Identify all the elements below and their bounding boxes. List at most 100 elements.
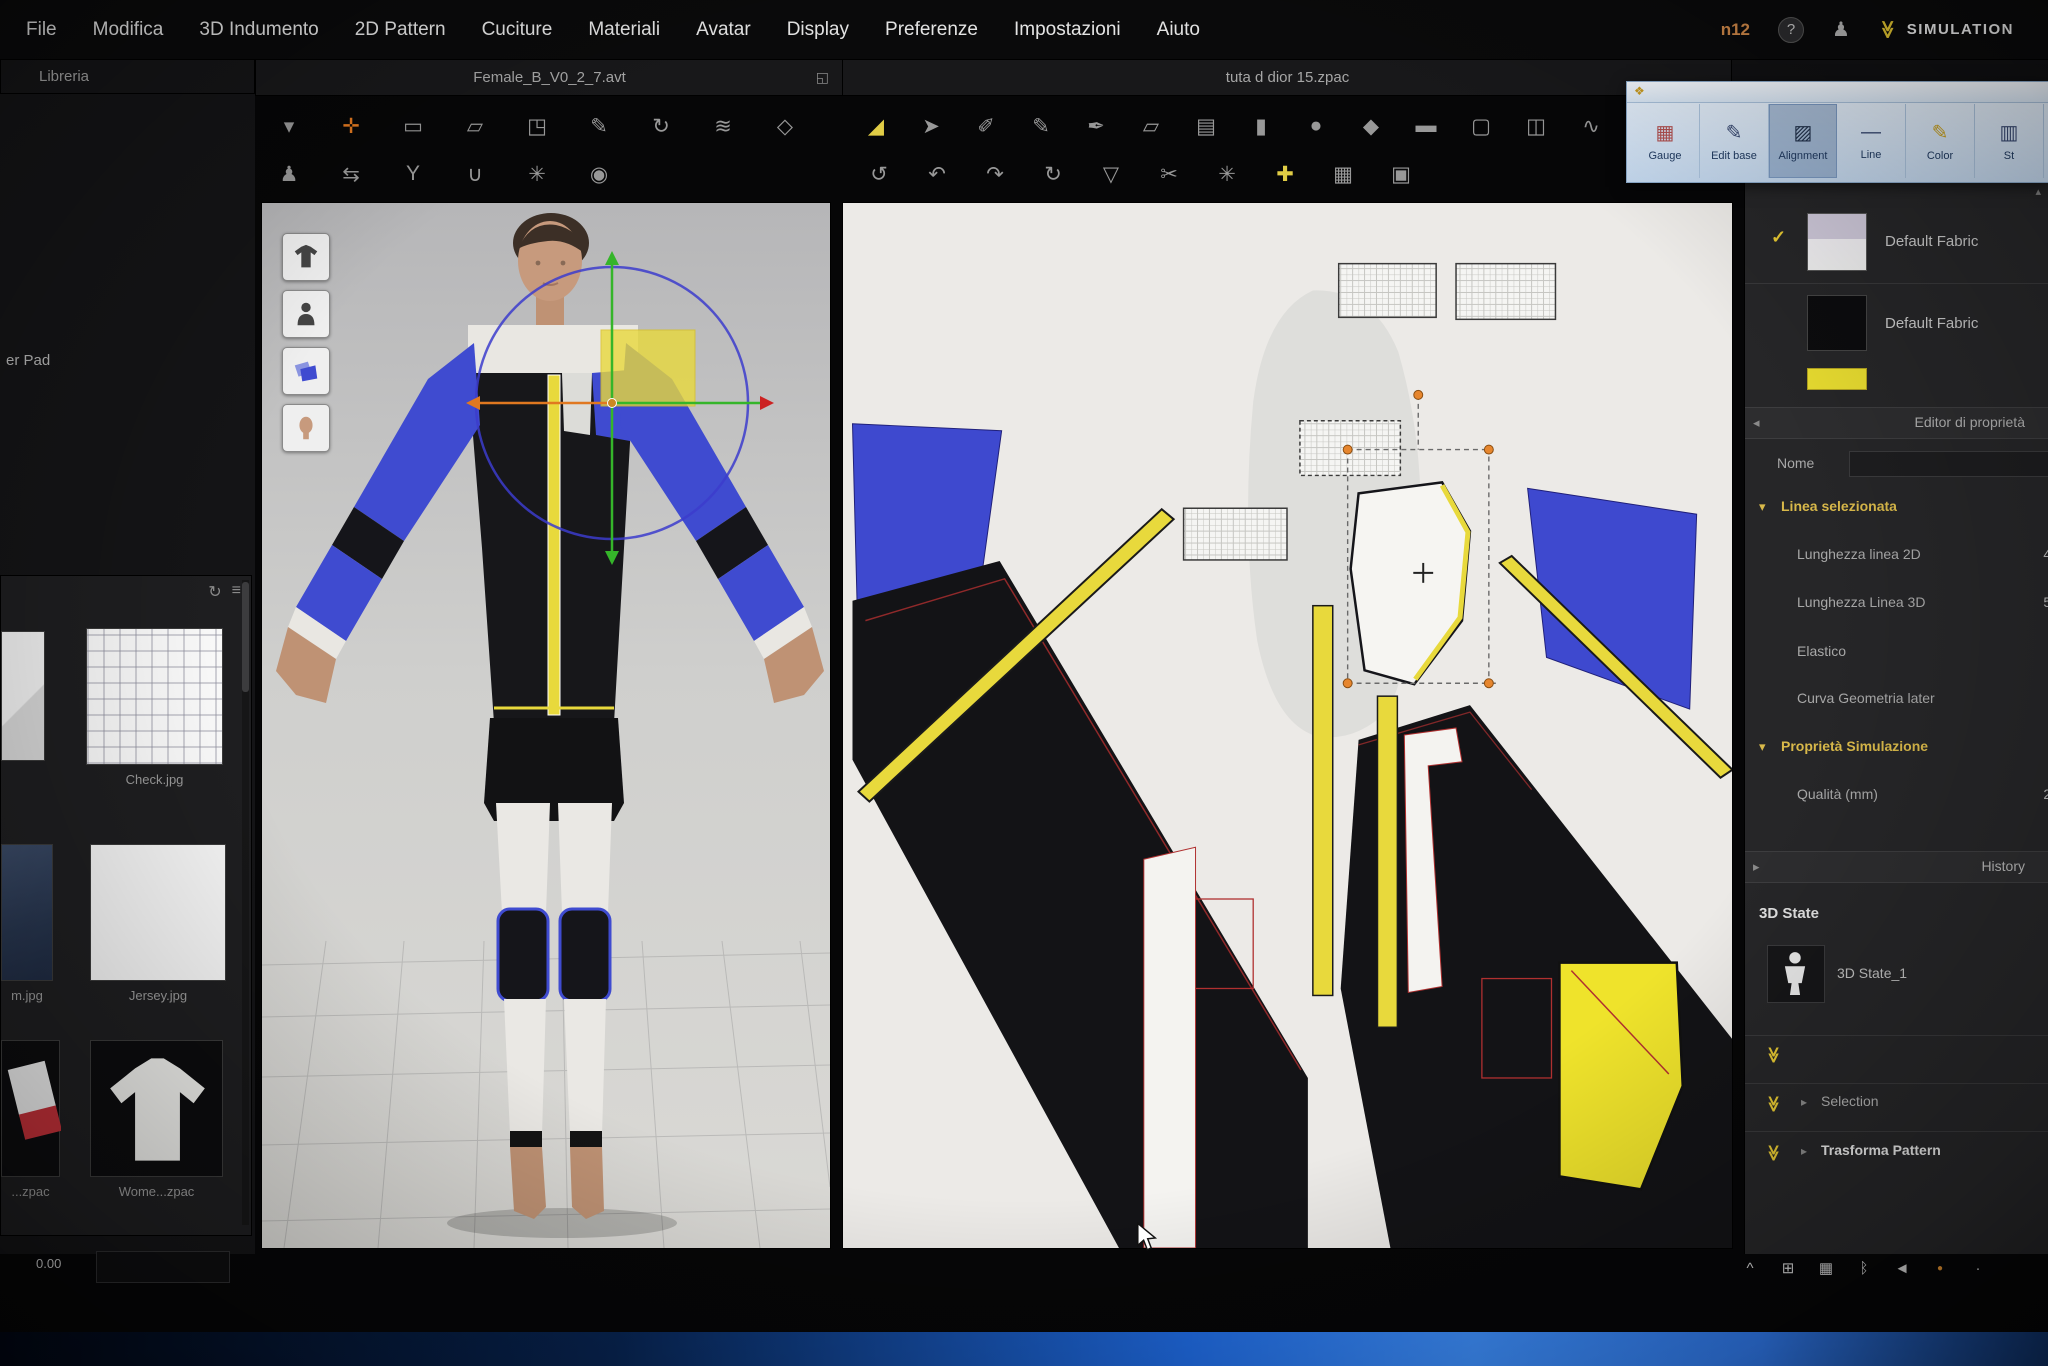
avatar-pose-icon[interactable]: ♟ bbox=[268, 152, 310, 196]
show-pattern-button[interactable] bbox=[282, 347, 330, 395]
gauge-button[interactable]: ▦ Gauge bbox=[1631, 104, 1700, 178]
more-dot-icon[interactable]: · bbox=[1966, 1254, 1990, 1282]
history-header-bar[interactable]: ▸ History bbox=[1745, 851, 2048, 883]
add-point-icon[interactable]: ✎ bbox=[1020, 104, 1062, 148]
window-select-icon[interactable]: ◳ bbox=[516, 104, 558, 148]
show-head-button[interactable] bbox=[282, 404, 330, 452]
edit-point-icon[interactable]: ✐ bbox=[965, 104, 1007, 148]
sewing-cut-icon[interactable]: ✂ bbox=[1148, 152, 1190, 196]
menu-item-preferenze[interactable]: Preferenze bbox=[885, 19, 978, 41]
add-point-plus-icon[interactable]: ✚ bbox=[1264, 152, 1306, 196]
st-button[interactable]: ▥ St bbox=[1975, 104, 2044, 178]
rectangle-tool-icon[interactable]: ▮ bbox=[1240, 104, 1282, 148]
library-thumb-jersey[interactable] bbox=[90, 844, 226, 981]
menu-item-aiuto[interactable]: Aiuto bbox=[1157, 19, 1200, 41]
wind-icon[interactable]: ≋ bbox=[702, 104, 744, 148]
hidden-icons-chevron[interactable]: ^ bbox=[1738, 1254, 1762, 1282]
viewport-2d[interactable] bbox=[842, 202, 1733, 1249]
floating-toolbar-titlebar[interactable]: ❖ bbox=[1627, 82, 2048, 103]
simulate-icon[interactable]: ▾ bbox=[268, 104, 310, 148]
notification-dot-icon[interactable]: ● bbox=[1928, 1254, 1952, 1282]
lasso-select-icon[interactable]: ▱ bbox=[454, 104, 496, 148]
popout-icon[interactable]: ◱ bbox=[816, 69, 829, 86]
show-garment-button[interactable] bbox=[282, 233, 330, 281]
pattern-piece-collar[interactable] bbox=[1351, 482, 1470, 684]
menu-item-2d-pattern[interactable]: 2D Pattern bbox=[355, 19, 446, 41]
dart-tool-icon[interactable]: ▬ bbox=[1405, 104, 1447, 148]
grid-texture-icon[interactable]: ▦ bbox=[1322, 152, 1364, 196]
pen-2d-icon[interactable]: ✒ bbox=[1075, 104, 1117, 148]
seam-flower-icon[interactable]: ✳ bbox=[1206, 152, 1248, 196]
fabric-rect-d[interactable] bbox=[1184, 508, 1287, 560]
rect-select-icon[interactable]: ▭ bbox=[392, 104, 434, 148]
fabric-rect-b[interactable] bbox=[1456, 264, 1555, 320]
move-gizmo-icon[interactable]: ✛ bbox=[330, 104, 372, 148]
library-scrollbar[interactable] bbox=[242, 580, 249, 1225]
rotate-view-icon[interactable]: ↻ bbox=[640, 104, 682, 148]
menu-item-avatar[interactable]: Avatar bbox=[696, 19, 751, 41]
color-button[interactable]: ✎ Color bbox=[1906, 104, 1975, 178]
bluetooth-icon[interactable]: ᛒ bbox=[1852, 1254, 1876, 1282]
menu-item-modifica[interactable]: Modifica bbox=[93, 19, 164, 41]
library-thumb-woman-top[interactable] bbox=[90, 1040, 223, 1177]
rounded-rect-tool-icon[interactable]: ▢ bbox=[1460, 104, 1502, 148]
grid-box-icon[interactable]: ▣ bbox=[1380, 152, 1422, 196]
yellow-swatch[interactable] bbox=[1807, 368, 1867, 390]
fabric-swatch-2[interactable] bbox=[1807, 295, 1867, 351]
yellow-strip-vertical-1[interactable] bbox=[1313, 606, 1333, 996]
help-icon[interactable]: ? bbox=[1778, 17, 1804, 43]
pen-3d-icon[interactable]: ✎ bbox=[578, 104, 620, 148]
gizmo-mode-icon[interactable]: ◇ bbox=[764, 104, 806, 148]
library-thumb-partial[interactable] bbox=[1, 631, 45, 761]
refresh-icon[interactable]: ↻ bbox=[208, 582, 221, 602]
menu-item-3d-indumento[interactable]: 3D Indumento bbox=[199, 19, 318, 41]
rotate-ccw-icon[interactable]: ↺ bbox=[858, 152, 900, 196]
nome-field[interactable] bbox=[1849, 451, 2048, 477]
rotate-cw-icon[interactable]: ↻ bbox=[1032, 152, 1074, 196]
windows-grid-icon[interactable]: ⊞ bbox=[1776, 1254, 1800, 1282]
simulation-toggle[interactable]: ≫ SIMULATION bbox=[1878, 19, 2014, 40]
speaker-icon[interactable]: ◄ bbox=[1890, 1254, 1914, 1282]
edit-pattern-icon[interactable]: ➤ bbox=[910, 104, 952, 148]
target-icon[interactable]: ◉ bbox=[578, 152, 620, 196]
scroll-up-icon[interactable]: ▴ bbox=[2035, 185, 2041, 198]
line-button[interactable]: — Line bbox=[1837, 104, 1906, 178]
flower-arrange-icon[interactable]: ✳ bbox=[516, 152, 558, 196]
viewport-3d[interactable] bbox=[261, 202, 831, 1249]
menu-item-file[interactable]: File bbox=[26, 19, 57, 41]
fabric-rect-a[interactable] bbox=[1339, 264, 1436, 318]
library-thumb-check[interactable] bbox=[86, 628, 223, 765]
fabric-swatch-1[interactable] bbox=[1807, 213, 1867, 271]
editor-header-bar[interactable]: ◂ Editor di proprietà bbox=[1745, 407, 2048, 439]
library-thumb-garment-partial[interactable] bbox=[1, 1040, 60, 1177]
polygon-tool-icon[interactable]: ◆ bbox=[1350, 104, 1392, 148]
menu-item-display[interactable]: Display bbox=[787, 19, 849, 41]
yellow-strip-vertical-2[interactable] bbox=[1377, 696, 1397, 1027]
bone-move-icon[interactable]: ⇆ bbox=[330, 152, 372, 196]
alignment-button[interactable]: ▨ Alignment bbox=[1769, 104, 1837, 178]
undo-icon[interactable]: ↶ bbox=[916, 152, 958, 196]
notch-tool-icon[interactable]: ◫ bbox=[1515, 104, 1557, 148]
circle-tool-icon[interactable]: ● bbox=[1295, 104, 1337, 148]
library-thumb-denim[interactable] bbox=[1, 844, 53, 981]
state-thumbnail[interactable] bbox=[1767, 945, 1825, 1003]
menu-item-cuciture[interactable]: Cuciture bbox=[482, 19, 553, 41]
apps-grid-icon[interactable]: ▦ bbox=[1814, 1254, 1838, 1282]
trace-icon[interactable]: ▱ bbox=[1130, 104, 1172, 148]
list-view-icon[interactable]: ≡ bbox=[232, 582, 241, 602]
pin-seam-icon[interactable]: Y bbox=[392, 152, 434, 196]
pattern-piece-black-left[interactable] bbox=[852, 561, 1307, 1248]
menu-item-impostazioni[interactable]: Impostazioni bbox=[1014, 19, 1121, 41]
avatar-account-icon[interactable]: ♟ bbox=[1832, 17, 1850, 42]
curve-tool-icon[interactable]: ∿ bbox=[1570, 104, 1612, 148]
redo-icon[interactable]: ↷ bbox=[974, 152, 1016, 196]
transform-pattern-icon[interactable]: ◢ bbox=[855, 104, 897, 148]
document-icon[interactable]: ▤ bbox=[1185, 104, 1227, 148]
fold-arrange-icon[interactable]: ∪ bbox=[454, 152, 496, 196]
edit-base-button[interactable]: ✎ Edit base bbox=[1700, 104, 1769, 178]
floating-toolbar[interactable]: ❖ ▦ Gauge ✎ Edit base ▨ Alignment — Line… bbox=[1626, 81, 2048, 183]
show-avatar-button[interactable] bbox=[282, 290, 330, 338]
iron-flatten-icon[interactable]: ▽ bbox=[1090, 152, 1132, 196]
pattern-piece-white-sliver[interactable] bbox=[1144, 847, 1196, 1248]
status-field[interactable] bbox=[96, 1251, 230, 1283]
